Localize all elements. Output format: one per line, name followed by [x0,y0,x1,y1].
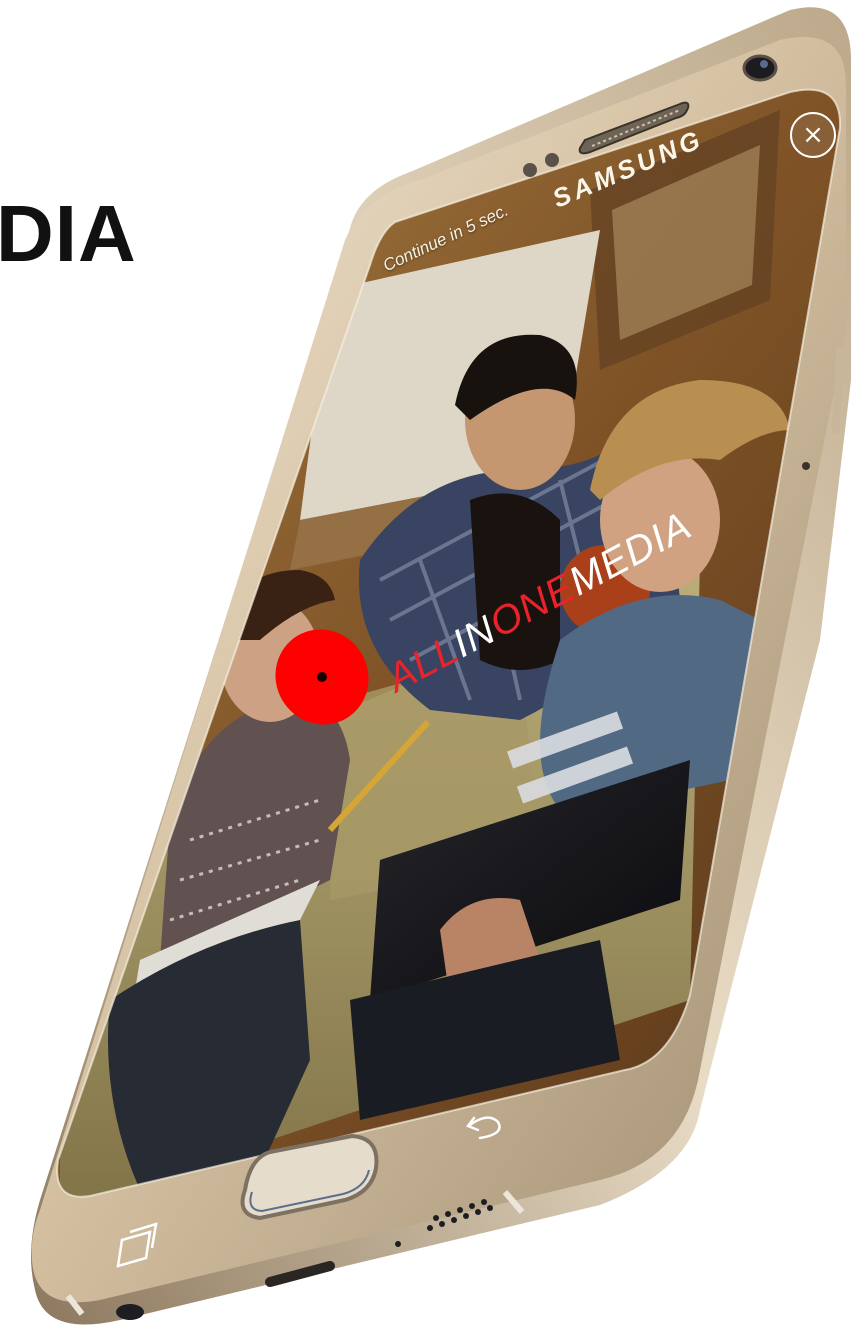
ad-screen-image [57,89,841,1197]
phone-device [31,7,851,1325]
close-icon: × [802,120,824,150]
close-ad-button[interactable]: × [790,112,836,158]
front-camera-icon [742,54,778,82]
